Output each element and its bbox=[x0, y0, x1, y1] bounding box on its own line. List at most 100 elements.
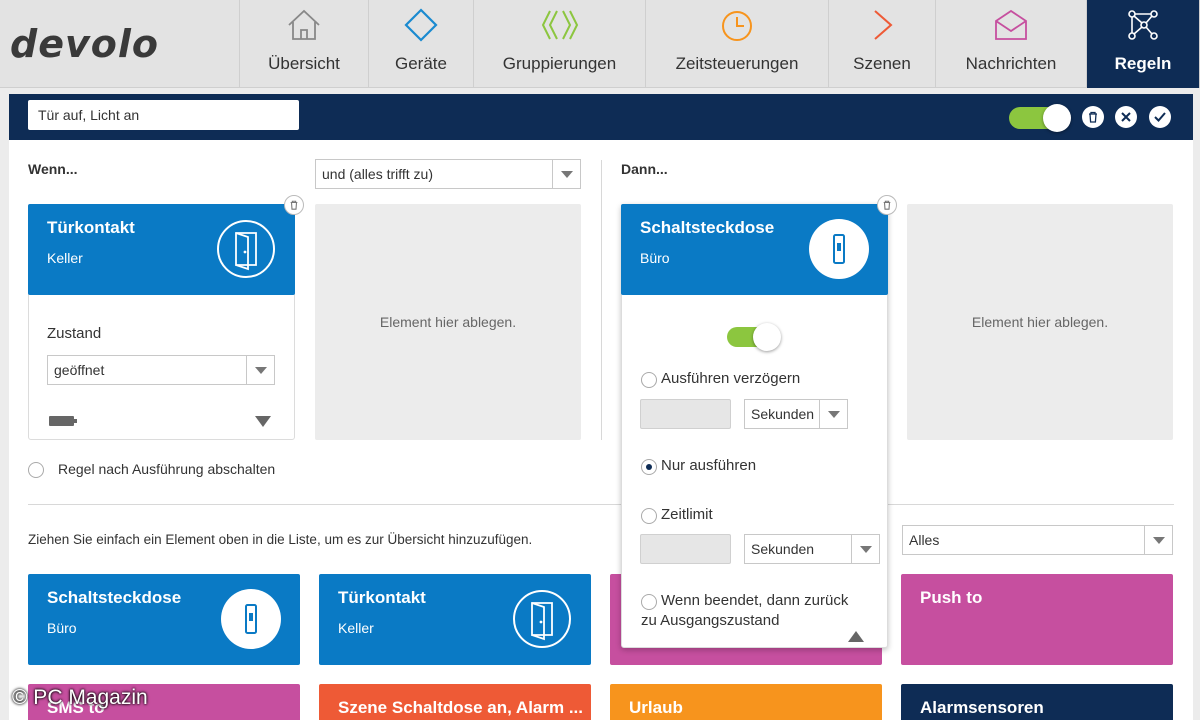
nav-label: Nachrichten bbox=[965, 54, 1057, 73]
tile-title: Urlaub bbox=[629, 698, 683, 717]
tile-subtitle: Keller bbox=[338, 620, 374, 636]
list-filter-select[interactable]: Alles bbox=[902, 525, 1173, 555]
tile-title: Szene Schaltdose an, Alarm ... bbox=[338, 698, 584, 717]
tile-title: Push to bbox=[920, 588, 983, 607]
delay-label: Ausführen verzögern bbox=[661, 370, 801, 387]
list-hint: Ziehen Sie einfach ein Element oben in d… bbox=[28, 532, 533, 547]
plug-icon bbox=[809, 219, 869, 279]
state-select[interactable]: geöffnet bbox=[47, 355, 275, 385]
action-device-panel: Schaltsteckdose Büro Ausführen verzögern… bbox=[621, 204, 888, 648]
main-nav: Übersicht Geräte Gruppierungen Zeitsteue… bbox=[240, 0, 1200, 88]
action-device-tile[interactable]: Schaltsteckdose Büro bbox=[621, 204, 888, 295]
list-tile-scene[interactable]: Szene Schaltdose an, Alarm ... bbox=[319, 684, 591, 720]
list-tile-urlaub[interactable]: Urlaub bbox=[610, 684, 882, 720]
clock-icon bbox=[722, 11, 752, 41]
tile-title: Schaltsteckdose bbox=[47, 588, 182, 607]
nav-label: Szenen bbox=[853, 54, 911, 73]
diamond-icon bbox=[404, 8, 438, 42]
nav-item-gruppierungen[interactable]: Gruppierungen bbox=[474, 0, 646, 88]
nav-item-geraete[interactable]: Geräte bbox=[369, 0, 474, 88]
envelope-icon bbox=[995, 9, 1027, 40]
delay-unit-select[interactable]: Sekunden bbox=[744, 399, 848, 429]
disable-after-label: Regel nach Ausführung abschalten bbox=[58, 461, 276, 477]
battery-icon bbox=[49, 416, 77, 426]
select-value: Alles bbox=[909, 532, 940, 548]
nav-item-uebersicht[interactable]: Übersicht bbox=[240, 0, 369, 88]
timelimit-radio[interactable] bbox=[641, 508, 657, 524]
rule-name-input[interactable] bbox=[28, 100, 299, 130]
network-icon bbox=[1128, 10, 1158, 40]
trash-icon bbox=[883, 200, 891, 210]
collapse-arrow-icon[interactable] bbox=[848, 631, 864, 642]
top-navigation: devolo Übersicht Geräte Gruppierungen Ze… bbox=[0, 0, 1200, 88]
tile-title: Alarmsensoren bbox=[920, 698, 1044, 717]
condition-dropzone[interactable]: Element hier ablegen. bbox=[315, 204, 581, 440]
play-icon bbox=[874, 10, 893, 40]
door-icon bbox=[217, 220, 275, 278]
nav-item-nachrichten[interactable]: Nachrichten bbox=[936, 0, 1087, 88]
checkmark-icon bbox=[1154, 112, 1166, 122]
nav-label: Regeln bbox=[1114, 54, 1172, 73]
rule-enabled-toggle[interactable] bbox=[1009, 104, 1071, 132]
return-label-line2: zu Ausgangszustand bbox=[641, 612, 780, 629]
remove-action-button[interactable] bbox=[877, 195, 897, 215]
switch-state-toggle[interactable] bbox=[727, 323, 781, 351]
condition-device-tile[interactable]: Türkontakt Keller bbox=[28, 204, 295, 295]
delay-checkbox[interactable] bbox=[641, 372, 657, 388]
dropzone-text: Element hier ablegen. bbox=[971, 314, 1109, 330]
chevron-down-icon bbox=[1144, 526, 1172, 554]
nav-item-regeln[interactable]: Regeln bbox=[1087, 0, 1200, 88]
condition-logic-select[interactable]: und (alles trifft zu) bbox=[315, 159, 581, 189]
chevron-down-icon bbox=[552, 160, 580, 188]
tile-title: Schaltsteckdose bbox=[640, 218, 775, 237]
return-radio[interactable] bbox=[641, 594, 657, 610]
disable-after-checkbox[interactable] bbox=[28, 462, 44, 478]
list-divider bbox=[28, 504, 1174, 505]
only-run-radio[interactable] bbox=[641, 459, 657, 475]
nav-label: Geräte bbox=[395, 54, 447, 73]
watermark: © PC Magazin bbox=[12, 686, 148, 709]
select-value: Sekunden bbox=[751, 406, 815, 422]
nav-label: Gruppierungen bbox=[502, 54, 617, 73]
list-tile-schaltsteckdose[interactable]: Schaltsteckdose Büro bbox=[28, 574, 300, 665]
nav-label: Zeitsteuerungen bbox=[675, 54, 799, 73]
action-dropzone[interactable]: Element hier ablegen. bbox=[907, 204, 1173, 440]
tile-subtitle: Büro bbox=[640, 250, 670, 266]
timelimit-value-input[interactable] bbox=[640, 534, 731, 564]
if-heading: Wenn... bbox=[28, 161, 78, 177]
cancel-button[interactable] bbox=[1115, 106, 1137, 128]
group-icon bbox=[541, 10, 578, 40]
section-divider bbox=[601, 160, 602, 440]
tile-title: Türkontakt bbox=[338, 588, 426, 607]
chevron-down-icon bbox=[819, 400, 847, 428]
devolo-logo: devolo bbox=[0, 0, 240, 88]
rule-editor-card: Wenn... und (alles trifft zu) Türkontakt… bbox=[9, 94, 1193, 720]
trash-icon bbox=[290, 200, 298, 210]
list-tile-tuerkontakt[interactable]: Türkontakt Keller bbox=[319, 574, 591, 665]
door-icon bbox=[513, 590, 571, 648]
delay-value-input[interactable] bbox=[640, 399, 731, 429]
return-label-line1: Wenn beendet, dann zurück bbox=[661, 592, 849, 609]
close-icon bbox=[1121, 112, 1131, 122]
select-value: Sekunden bbox=[751, 541, 815, 557]
house-icon bbox=[288, 9, 320, 40]
tile-title: Türkontakt bbox=[47, 218, 135, 237]
then-heading: Dann... bbox=[621, 161, 668, 177]
select-value: geöffnet bbox=[54, 362, 105, 378]
timelimit-unit-select[interactable]: Sekunden bbox=[744, 534, 880, 564]
delete-rule-button[interactable] bbox=[1082, 106, 1104, 128]
rule-editor-header bbox=[9, 94, 1193, 140]
trash-icon bbox=[1089, 111, 1097, 123]
expand-arrow-icon[interactable] bbox=[255, 416, 271, 427]
condition-device-panel: Türkontakt Keller Zustand geöffnet bbox=[28, 204, 295, 440]
chevron-down-icon bbox=[246, 356, 274, 384]
tile-subtitle: Büro bbox=[47, 620, 77, 636]
save-button[interactable] bbox=[1149, 106, 1171, 128]
list-tile-alarmsensoren[interactable]: Alarmsensoren bbox=[901, 684, 1173, 720]
remove-condition-button[interactable] bbox=[284, 195, 304, 215]
nav-item-zeitsteuerungen[interactable]: Zeitsteuerungen bbox=[646, 0, 829, 88]
nav-item-szenen[interactable]: Szenen bbox=[829, 0, 936, 88]
chevron-down-icon bbox=[851, 535, 879, 563]
nav-label: Übersicht bbox=[268, 54, 340, 73]
list-tile-push-to[interactable]: Push to bbox=[901, 574, 1173, 665]
